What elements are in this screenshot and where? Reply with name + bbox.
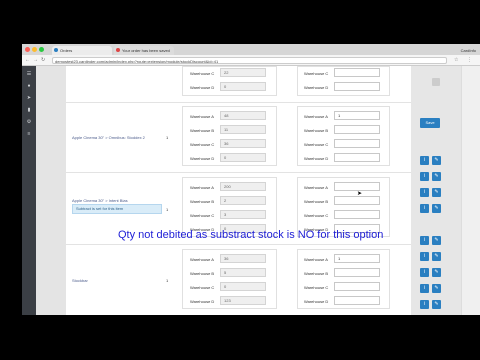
edit-button[interactable]: ✎ xyxy=(432,156,441,165)
calendar-icon[interactable] xyxy=(432,78,440,86)
edit-button[interactable]: ✎ xyxy=(432,268,441,277)
tab-orders[interactable]: Orders xyxy=(52,46,112,55)
subtract-tooltip: Subtract is set for this item xyxy=(72,204,162,214)
edit-button[interactable]: ✎ xyxy=(432,284,441,293)
edit-button[interactable]: ✎ xyxy=(432,172,441,181)
product-qty: 1 xyxy=(166,278,169,283)
site-favicon-icon xyxy=(54,48,58,52)
back-icon[interactable]: ← xyxy=(25,57,30,63)
browser-tab-bar: Orders Your order has been saved CardInf… xyxy=(22,44,480,55)
info-button[interactable]: i xyxy=(420,204,429,213)
scrollbar[interactable] xyxy=(461,66,480,315)
tab-order-saved[interactable]: Your order has been saved xyxy=(114,46,174,55)
row-divider xyxy=(66,244,411,245)
warehouse-qty-input[interactable] xyxy=(334,296,380,305)
maximize-window-icon[interactable] xyxy=(39,47,44,52)
warehouse-qty-input[interactable] xyxy=(334,282,380,291)
warehouse-qty-input[interactable]: 1 xyxy=(334,254,380,263)
stock-value: 22 xyxy=(220,68,266,77)
stock-value: 0 xyxy=(220,153,266,162)
bookmark-star-icon[interactable]: ☆ xyxy=(454,57,458,63)
warehouse-qty-input[interactable] xyxy=(334,196,380,205)
stock-value: 36 xyxy=(220,139,266,148)
info-button[interactable]: i xyxy=(420,236,429,245)
stock-value: 200 xyxy=(220,182,266,191)
app-sidebar: ☰ ● ➤ ▮ ⚙ ≡ xyxy=(22,66,36,315)
warehouse-qty-input[interactable] xyxy=(334,153,380,162)
browser-user-label[interactable]: CardInfo xyxy=(461,46,476,55)
stock-value: 48 xyxy=(220,111,266,120)
share-icon[interactable]: ➤ xyxy=(26,96,32,101)
list-icon[interactable]: ≡ xyxy=(26,132,32,137)
save-button[interactable]: Save xyxy=(420,118,440,128)
forward-icon[interactable]: → xyxy=(33,57,38,63)
edit-button[interactable]: ✎ xyxy=(432,236,441,245)
product-name[interactable]: Apple Cinema 30" > Omnibus: Stoddex 2 xyxy=(72,135,167,140)
stock-value: 2 xyxy=(220,196,266,205)
stock-value: 36 xyxy=(220,254,266,263)
info-button[interactable]: i xyxy=(420,156,429,165)
product-qty: 1 xyxy=(166,135,169,140)
row-divider xyxy=(66,102,411,103)
info-button[interactable]: i xyxy=(420,252,429,261)
warehouse-qty-input[interactable] xyxy=(334,125,380,134)
chart-icon[interactable]: ▮ xyxy=(26,108,32,113)
edit-button[interactable]: ✎ xyxy=(432,252,441,261)
stock-value: 0 xyxy=(220,282,266,291)
reload-icon[interactable]: ↻ xyxy=(41,57,45,63)
minimize-window-icon[interactable] xyxy=(32,47,37,52)
page-background xyxy=(36,66,66,315)
edit-button[interactable]: ✎ xyxy=(432,300,441,309)
row-divider xyxy=(66,172,411,173)
edit-button[interactable]: ✎ xyxy=(432,188,441,197)
warehouse-qty-input[interactable]: 1 xyxy=(334,111,380,120)
product-name[interactable]: Apple Cinema 30" > Intent Bias xyxy=(72,198,167,203)
settings-icon[interactable]: ⚙ xyxy=(26,120,32,125)
product-name[interactable]: Stockbar xyxy=(72,278,167,283)
browser-toolbar: ← → ↻ demostest23.cardinder.com/admin/in… xyxy=(22,55,480,66)
warehouse-qty-input[interactable] xyxy=(334,268,380,277)
info-button[interactable]: i xyxy=(420,268,429,277)
product-qty: 1 xyxy=(166,207,169,212)
menu-icon[interactable]: ☰ xyxy=(26,72,32,77)
warehouse-qty-input[interactable] xyxy=(334,139,380,148)
site-favicon-icon xyxy=(116,48,120,52)
warehouse-qty-input[interactable] xyxy=(334,68,380,77)
address-bar[interactable]: demostest23.cardinder.com/admin/index.ph… xyxy=(52,57,447,64)
info-button[interactable]: i xyxy=(420,284,429,293)
edit-button[interactable]: ✎ xyxy=(432,204,441,213)
info-button[interactable]: i xyxy=(420,172,429,181)
video-caption: Qty not debited as substract stock is NO… xyxy=(118,229,384,241)
stock-value: 123 xyxy=(220,296,266,305)
warehouse-qty-input[interactable] xyxy=(334,210,380,219)
warehouse-qty-input[interactable] xyxy=(334,82,380,91)
stock-value: 5 xyxy=(220,268,266,277)
user-icon[interactable]: ● xyxy=(26,84,32,89)
browser-menu-icon[interactable]: ⋮ xyxy=(467,57,472,63)
info-button[interactable]: i xyxy=(420,300,429,309)
mouse-cursor-icon: ➤ xyxy=(357,191,363,197)
info-button[interactable]: i xyxy=(420,188,429,197)
stock-value: 3 xyxy=(220,210,266,219)
stock-value: 11 xyxy=(220,125,266,134)
close-window-icon[interactable] xyxy=(25,47,30,52)
stock-value: 0 xyxy=(220,82,266,91)
